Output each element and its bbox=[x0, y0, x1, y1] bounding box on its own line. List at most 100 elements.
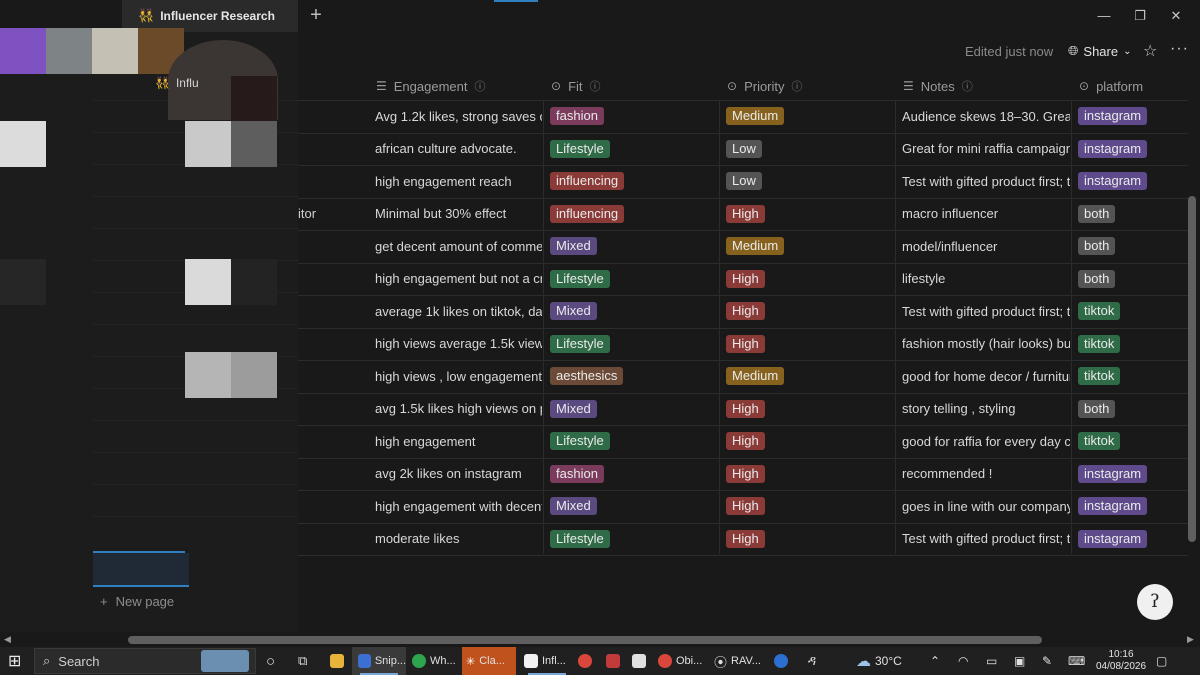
cell-engagement[interactable]: high engagement with decent a bbox=[375, 490, 542, 522]
cell-engagement[interactable]: high views , low engagements bbox=[375, 360, 542, 392]
restore-button[interactable]: ❐ bbox=[1130, 6, 1150, 26]
cell-notes[interactable]: goes in line with our company v bbox=[902, 490, 1070, 522]
cell-engagement[interactable]: avg 2k likes on instagram bbox=[375, 458, 542, 490]
column-header-engagement[interactable]: ☰ Engagement ⓘ bbox=[376, 70, 486, 102]
windows-start-icon[interactable]: ⊞ bbox=[8, 647, 21, 675]
cell-fit[interactable]: Mixed bbox=[550, 230, 718, 262]
cell-priority[interactable]: Medium bbox=[726, 230, 894, 262]
cell-platform[interactable]: instagram bbox=[1078, 165, 1187, 197]
cell-engagement[interactable]: get decent amount of commen bbox=[375, 230, 542, 262]
cell-priority[interactable]: Medium bbox=[726, 100, 894, 132]
cell-notes[interactable]: model/influencer bbox=[902, 230, 1070, 262]
cell-fit[interactable]: Lifestyle bbox=[550, 425, 718, 457]
cell-priority[interactable]: High bbox=[726, 523, 894, 555]
cell-platform[interactable]: instagram bbox=[1078, 133, 1187, 165]
taskbar-app-claude[interactable]: ✳ Cla... bbox=[462, 647, 516, 675]
cell-notes[interactable]: story telling , styling bbox=[902, 393, 1070, 425]
cell-fit[interactable]: aesthesics bbox=[550, 360, 718, 392]
scroll-left-arrow-icon[interactable]: ◀ bbox=[4, 634, 11, 645]
column-header-fit[interactable]: ⊙ Fit ⓘ bbox=[551, 70, 601, 102]
cell-fit[interactable]: fashion bbox=[550, 458, 718, 490]
cell-engagement[interactable]: high engagement but not a cre bbox=[375, 263, 542, 295]
taskbar-search[interactable]: ⌕ Search bbox=[34, 648, 256, 674]
cell-engagement[interactable]: moderate likes bbox=[375, 523, 542, 555]
cell-platform[interactable]: tiktok bbox=[1078, 295, 1187, 327]
cell-fit[interactable]: Mixed bbox=[550, 393, 718, 425]
taskbar-app-notion[interactable]: Infl... bbox=[520, 647, 574, 675]
cell-priority[interactable]: Medium bbox=[726, 360, 894, 392]
cell-platform[interactable]: instagram bbox=[1078, 458, 1187, 490]
cell-priority[interactable]: High bbox=[726, 328, 894, 360]
keyboard-icon[interactable]: ⌨ bbox=[1068, 647, 1085, 675]
cell-notes[interactable]: macro influencer bbox=[902, 198, 1070, 230]
chevron-up-icon[interactable]: ⌃ bbox=[930, 647, 940, 675]
taskbar-app-snip[interactable]: Snip... bbox=[352, 647, 406, 675]
info-icon[interactable]: ⓘ bbox=[475, 78, 486, 94]
cell-engagement[interactable]: Minimal but 30% effect bbox=[375, 198, 542, 230]
cell-platform[interactable]: tiktok bbox=[1078, 360, 1187, 392]
favorite-star-icon[interactable]: ☆ bbox=[1143, 41, 1157, 61]
cell-notes[interactable]: good for home decor / furnitur bbox=[902, 360, 1070, 392]
cell-fit[interactable]: Lifestyle bbox=[550, 523, 718, 555]
cell-notes[interactable]: Great for mini raffia campaign l bbox=[902, 133, 1070, 165]
scroll-right-arrow-icon[interactable]: ▶ bbox=[1187, 634, 1194, 645]
cell-notes[interactable]: Test with gifted product first; tra bbox=[902, 295, 1070, 327]
cell-platform[interactable]: both bbox=[1078, 263, 1187, 295]
app-icon[interactable] bbox=[606, 647, 620, 675]
cell-platform[interactable]: instagram bbox=[1078, 490, 1187, 522]
cell-notes[interactable]: recommended ! bbox=[902, 458, 1070, 490]
taskbar-app-whatsapp[interactable]: Wh... bbox=[410, 647, 464, 675]
new-page-button[interactable]: + New page bbox=[100, 594, 174, 609]
wifi-icon[interactable]: ◠ bbox=[958, 647, 968, 675]
cell-fit[interactable]: influencing bbox=[550, 165, 718, 197]
minimize-button[interactable]: — bbox=[1094, 6, 1114, 26]
cell-notes[interactable]: Test with gifted product first; tra bbox=[902, 523, 1070, 555]
display-icon[interactable]: ▣ bbox=[1014, 647, 1025, 675]
help-app-icon[interactable] bbox=[774, 647, 788, 675]
cell-priority[interactable]: Low bbox=[726, 165, 894, 197]
cell-fit[interactable]: Mixed bbox=[550, 490, 718, 522]
clock[interactable]: 10:16 04/08/2026 bbox=[1096, 649, 1146, 673]
cell-priority[interactable]: High bbox=[726, 425, 894, 457]
cell-engagement[interactable]: high engagement bbox=[375, 425, 542, 457]
cell-engagement[interactable]: high views average 1.5k views bbox=[375, 328, 542, 360]
cell-notes[interactable]: lifestyle bbox=[902, 263, 1070, 295]
cell-platform[interactable]: both bbox=[1078, 198, 1187, 230]
new-tab-button[interactable]: + bbox=[304, 4, 328, 28]
column-header-notes[interactable]: ☰ Notes ⓘ bbox=[903, 70, 973, 102]
column-header-priority[interactable]: ⊙ Priority ⓘ bbox=[727, 70, 803, 102]
cortana-icon[interactable]: ○ bbox=[266, 647, 275, 675]
cell-engagement[interactable]: avg 1.5k likes high views on po bbox=[375, 393, 542, 425]
notification-icon[interactable]: ▢ bbox=[1156, 647, 1167, 675]
cell-priority[interactable]: Low bbox=[726, 133, 894, 165]
cell-fit[interactable]: Lifestyle bbox=[550, 328, 718, 360]
cell-notes[interactable]: Audience skews 18–30. Great fo bbox=[902, 100, 1070, 132]
cell-fit[interactable]: Mixed bbox=[550, 295, 718, 327]
taskbar-app-chrome-obi[interactable]: Obi... bbox=[656, 647, 710, 675]
cell-priority[interactable]: High bbox=[726, 490, 894, 522]
cell-fit[interactable]: Lifestyle bbox=[550, 263, 718, 295]
cell-fit[interactable]: Lifestyle bbox=[550, 133, 718, 165]
info-icon[interactable]: ⓘ bbox=[962, 78, 973, 94]
cell-engagement[interactable]: Avg 1.2k likes, strong saves on bbox=[375, 100, 542, 132]
file-explorer-icon[interactable] bbox=[330, 647, 344, 675]
cell-fit[interactable]: influencing bbox=[550, 198, 718, 230]
info-icon[interactable]: ⓘ bbox=[590, 78, 601, 94]
more-options-button[interactable]: ··· bbox=[1170, 40, 1189, 58]
cell-priority[interactable]: High bbox=[726, 198, 894, 230]
cell-platform[interactable]: instagram bbox=[1078, 100, 1187, 132]
cell-platform[interactable]: tiktok bbox=[1078, 328, 1187, 360]
share-button[interactable]: 🌐︎ Share ⌄ bbox=[1062, 40, 1138, 62]
cell-priority[interactable]: High bbox=[726, 295, 894, 327]
cell-platform[interactable]: tiktok bbox=[1078, 425, 1187, 457]
close-button[interactable]: ✕ bbox=[1166, 6, 1186, 26]
weather-widget[interactable]: ☁ 30°C bbox=[856, 647, 902, 675]
selected-cell[interactable] bbox=[93, 553, 189, 587]
cell-platform[interactable]: both bbox=[1078, 393, 1187, 425]
horizontal-scrollbar[interactable] bbox=[128, 636, 1042, 644]
cell-fit[interactable]: fashion bbox=[550, 100, 718, 132]
cell-platform[interactable]: instagram bbox=[1078, 523, 1187, 555]
task-view-icon[interactable]: ⧉ bbox=[298, 647, 307, 675]
column-header-platform[interactable]: ⊙ platform bbox=[1079, 70, 1143, 102]
help-button[interactable]: ʔ bbox=[1137, 584, 1173, 620]
